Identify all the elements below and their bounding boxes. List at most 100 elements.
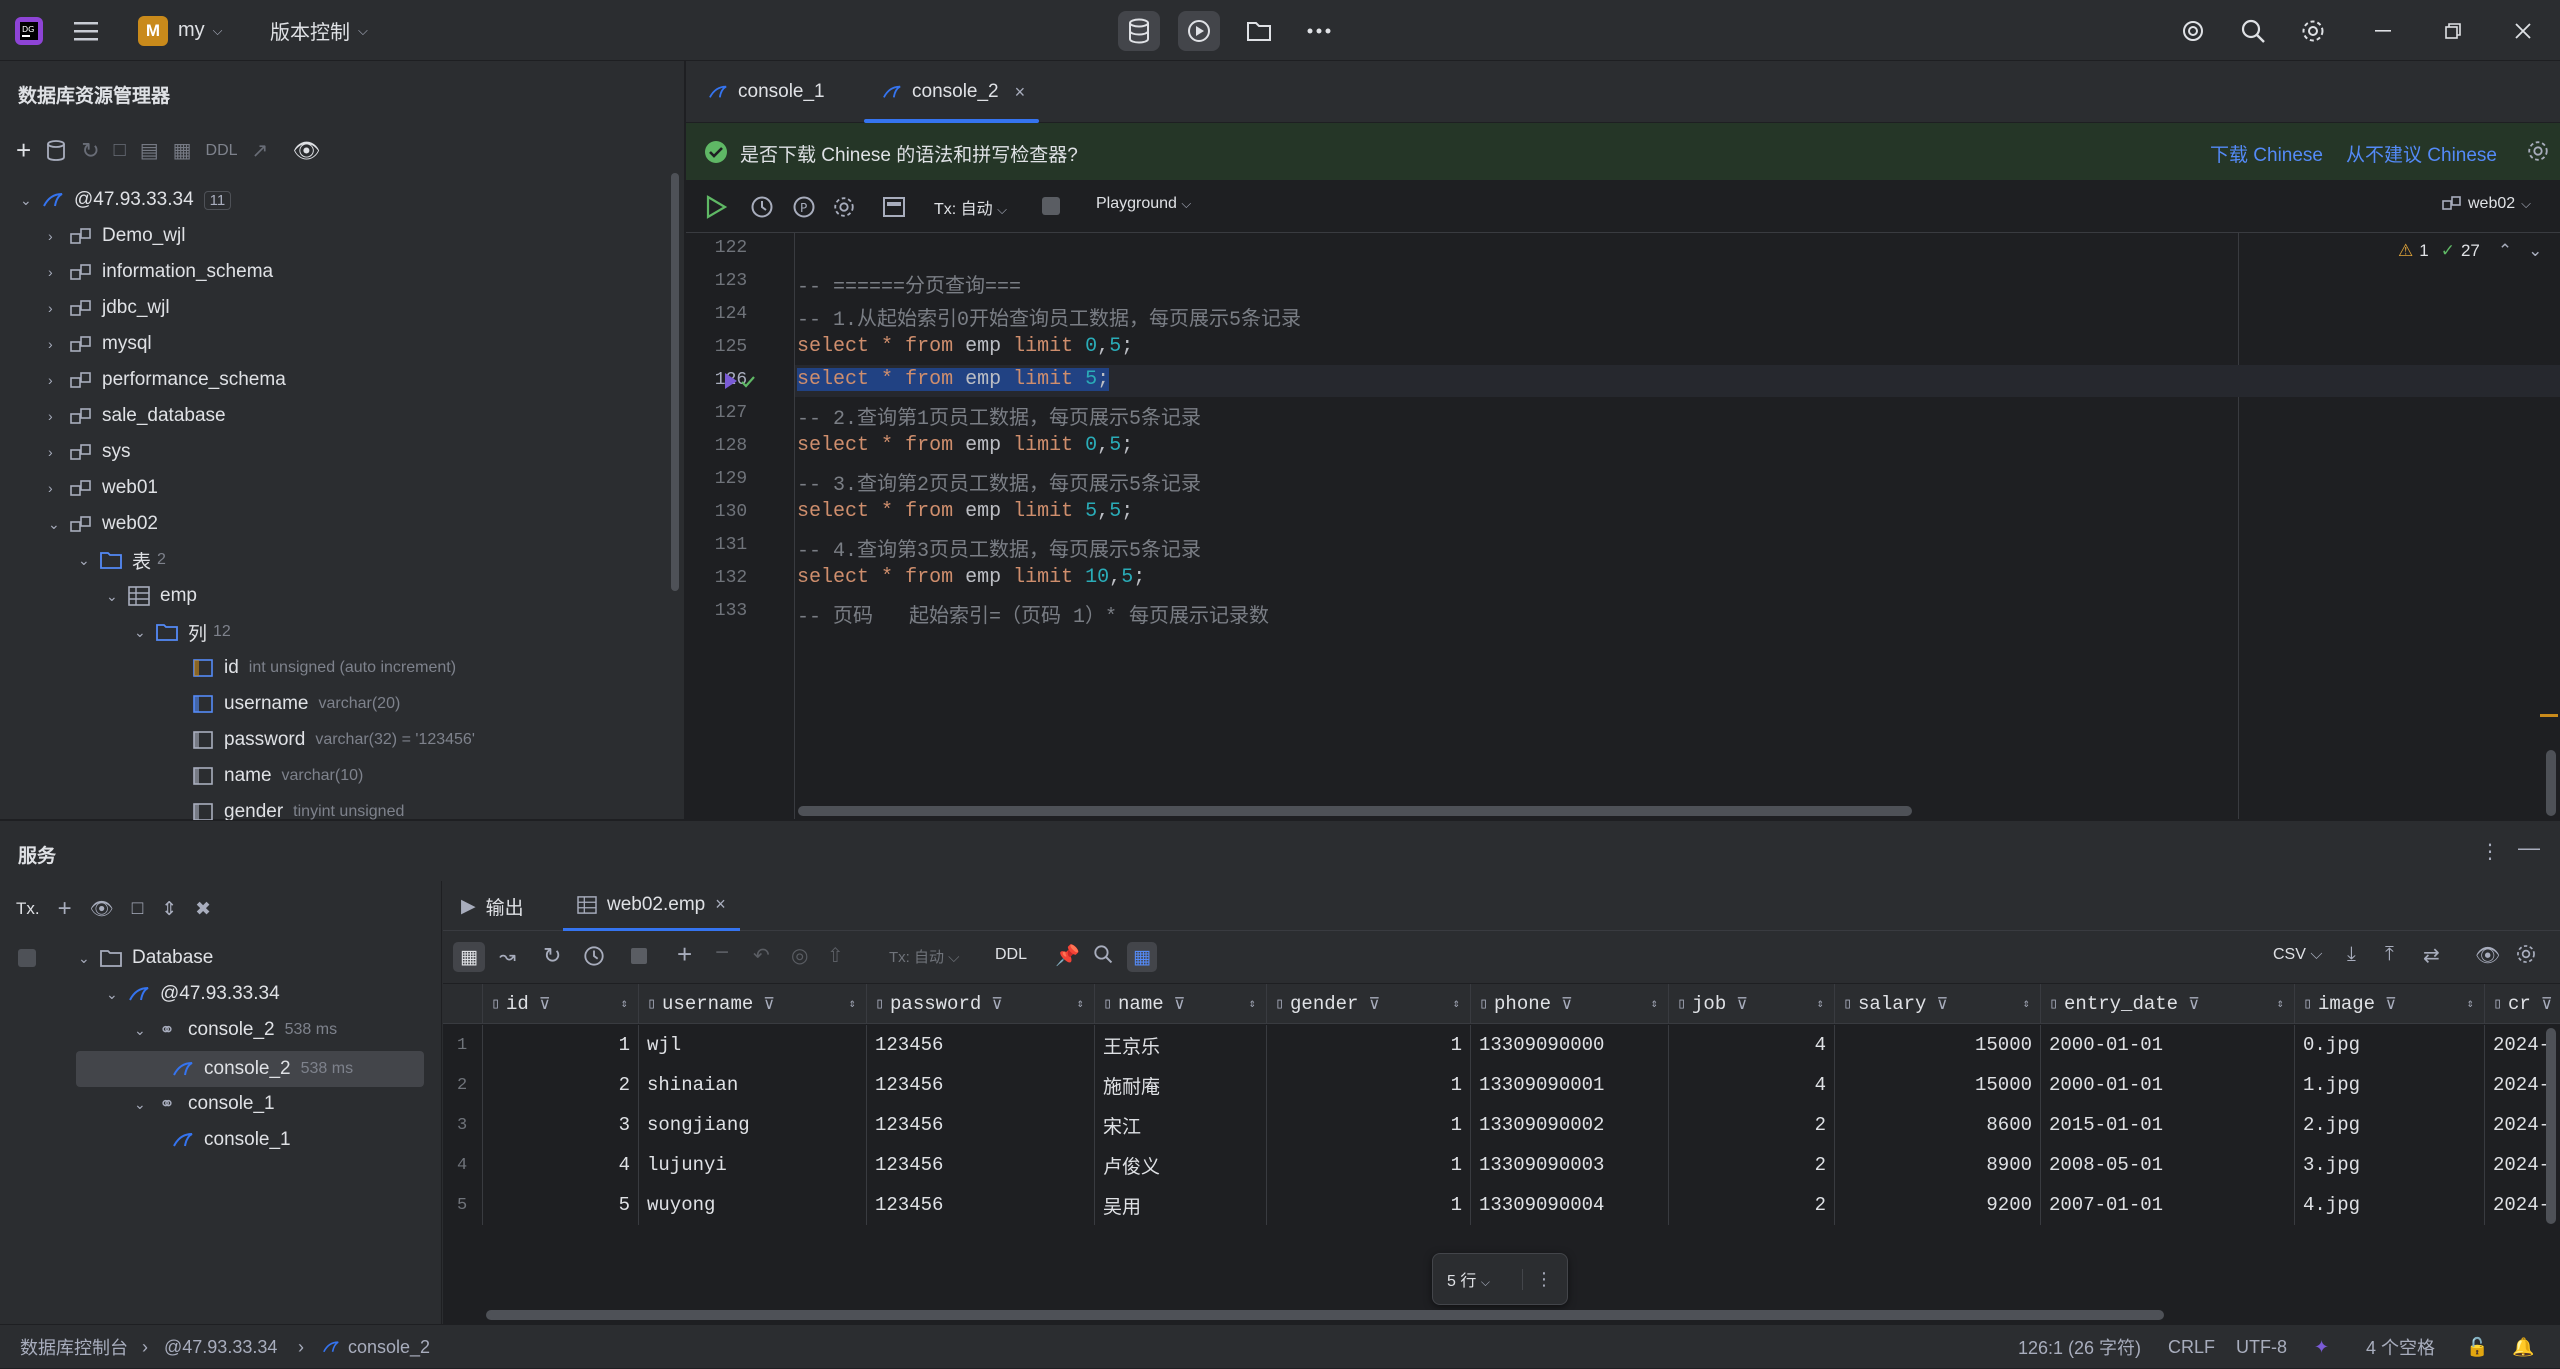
sort-icon[interactable]: ⇕ <box>1249 996 1256 1011</box>
tab-console-2[interactable]: console_2 × <box>864 61 1040 123</box>
playground-dropdown[interactable]: Playground ⌵ <box>1096 195 1191 213</box>
table-cell[interactable]: 15000 <box>1835 1025 2041 1065</box>
table-cell[interactable]: 9200 <box>1835 1185 2041 1225</box>
execute-run-icon[interactable] <box>704 194 728 220</box>
row-number[interactable]: 2 <box>443 1065 483 1105</box>
column-header[interactable]: ▯ job ⊽ ⇕ <box>1669 984 1835 1024</box>
datasource-properties-icon[interactable] <box>45 139 67 163</box>
table-cell[interactable]: 2008-05-01 <box>2041 1145 2295 1185</box>
breadcrumb-console-root[interactable]: 数据库控制台 <box>20 1325 128 1369</box>
collapse-all-icon[interactable]: ✖ <box>195 898 211 921</box>
table-cell[interactable]: 施耐庵 <box>1095 1065 1267 1105</box>
indent-setting[interactable]: 4 个空格 <box>2366 1325 2435 1369</box>
history-icon[interactable] <box>583 945 605 967</box>
table-cell[interactable]: 123456 <box>867 1105 1095 1145</box>
svc-tree-console1-item[interactable]: console_1 <box>170 1122 291 1158</box>
chevron-down-icon[interactable]: ⌄ <box>2528 241 2542 261</box>
grid-vertical-scrollbar[interactable] <box>2546 1028 2556 1224</box>
tx-label[interactable]: Tx. <box>16 899 40 919</box>
stop-icon[interactable] <box>631 948 647 964</box>
filter-icon[interactable]: ⊽ <box>763 994 775 1014</box>
tree-schema[interactable]: ⌄ web02 <box>48 506 158 542</box>
filter-icon[interactable]: ⊽ <box>539 994 551 1014</box>
ai-assistant-icon[interactable] <box>2172 11 2214 51</box>
close-tab-icon[interactable]: × <box>1015 82 1026 103</box>
schema-sync-icon[interactable]: □ <box>114 139 126 162</box>
caret-position[interactable]: 126:1 (26 字符) <box>2018 1325 2141 1369</box>
table-cell[interactable]: 1 <box>483 1025 639 1065</box>
lock-icon[interactable]: 🔓 <box>2466 1325 2488 1369</box>
settings-gear-icon[interactable] <box>2292 11 2334 51</box>
breadcrumb-host[interactable]: @47.93.33.34 <box>164 1325 277 1369</box>
tab-result-table[interactable]: web02.emp × <box>563 881 740 931</box>
search-icon[interactable] <box>1093 944 1113 964</box>
code-line[interactable]: -- 1.从起始索引0开始查询员工数据，每页展示5条记录 <box>797 302 1301 332</box>
code-line[interactable]: select * from emp limit 5;select * from … <box>797 368 1110 391</box>
add-icon[interactable]: + <box>58 895 72 923</box>
add-row-icon[interactable]: + <box>677 939 692 970</box>
tree-schema[interactable]: › sale_database <box>48 398 226 434</box>
download-chinese-link[interactable]: 下载 Chinese <box>2210 140 2323 167</box>
new-session-icon[interactable]: □ <box>132 898 143 920</box>
table-cell[interactable]: 4 <box>1669 1065 1835 1105</box>
view-options-eye-icon[interactable]: 👁 <box>292 138 320 164</box>
chevron-up-icon[interactable]: ⌃ <box>2498 241 2512 261</box>
notifications-bell-icon[interactable]: 🔔 <box>2512 1325 2534 1369</box>
filter-view-icon[interactable]: ▦ <box>1127 942 1157 972</box>
settings-gear-icon[interactable] <box>832 195 856 219</box>
editor-horizontal-scrollbar[interactable] <box>798 806 1912 816</box>
table-cell[interactable]: 8600 <box>1835 1105 2041 1145</box>
sort-icon[interactable]: ⇕ <box>621 996 628 1011</box>
table-cell[interactable]: 2015-01-01 <box>2041 1105 2295 1145</box>
table-cell[interactable]: 吴用 <box>1095 1185 1267 1225</box>
tree-schema[interactable]: › sys <box>48 434 131 470</box>
tree-schema[interactable]: › mysql <box>48 326 152 362</box>
tree-host[interactable]: ⌄ @47.93.33.34 11 <box>20 182 232 218</box>
tree-table-emp[interactable]: ⌄ emp <box>106 578 197 614</box>
sort-icon[interactable]: ⇕ <box>1651 996 1658 1011</box>
row-number[interactable]: 5 <box>443 1185 483 1225</box>
filter-icon[interactable]: ⊽ <box>1368 994 1380 1014</box>
tab-output[interactable]: ▶ 输出 <box>461 893 524 920</box>
editor-vertical-scrollbar[interactable] <box>2546 750 2556 816</box>
more-vertical-icon[interactable]: ⋮ <box>2480 839 2500 864</box>
console-icon[interactable]: ▤ <box>140 138 159 163</box>
schema-selector[interactable]: web02 ⌵ <box>2442 195 2531 213</box>
table-cell[interactable]: 15000 <box>1835 1065 2041 1105</box>
filter-icon[interactable]: ⊽ <box>2385 994 2397 1014</box>
table-cell[interactable]: 123456 <box>867 1025 1095 1065</box>
view-eye-icon[interactable]: 👁 <box>90 897 114 921</box>
row-number[interactable]: 3 <box>443 1105 483 1145</box>
svc-tree-console2-item[interactable]: console_2 538 ms <box>170 1051 353 1087</box>
hide-panel-icon[interactable]: — <box>2518 835 2540 861</box>
sort-icon[interactable]: ⇕ <box>1817 996 1824 1011</box>
tree-schema[interactable]: › web01 <box>48 470 158 506</box>
table-cell[interactable]: 4 <box>1669 1025 1835 1065</box>
minimize-icon[interactable] <box>2362 11 2404 51</box>
tab-console-1[interactable]: console_1 <box>708 61 825 123</box>
table-view-icon[interactable]: ▦ <box>453 942 485 972</box>
table-icon[interactable]: ▦ <box>173 138 192 163</box>
expand-all-icon[interactable]: ⇕ <box>161 898 177 921</box>
table-cell[interactable]: 13309090002 <box>1471 1105 1669 1145</box>
jump-icon[interactable]: ↗ <box>252 138 269 163</box>
table-cell[interactable]: shinaian <box>639 1065 867 1105</box>
project-selector[interactable]: M my ⌵ <box>138 0 223 61</box>
never-suggest-link[interactable]: 从不建议 Chinese <box>2346 140 2497 167</box>
folder-icon[interactable] <box>1238 11 1280 51</box>
delete-row-icon[interactable]: − <box>715 939 729 967</box>
column-header[interactable]: ▯ username ⊽ ⇕ <box>639 984 867 1024</box>
output-layout-icon[interactable] <box>882 195 906 219</box>
filter-icon[interactable]: ⊽ <box>1561 994 1573 1014</box>
main-menu-icon[interactable] <box>72 0 100 61</box>
table-cell[interactable]: 1 <box>1267 1105 1471 1145</box>
filter-icon[interactable]: ⊽ <box>2188 994 2200 1014</box>
database-icon[interactable] <box>1118 11 1160 51</box>
view-eye-icon[interactable]: 👁 <box>2475 943 2500 968</box>
table-cell[interactable]: 1 <box>1267 1185 1471 1225</box>
filter-icon[interactable]: ⊽ <box>2541 994 2553 1014</box>
tree-column[interactable]: id int unsigned (auto increment) <box>190 650 456 686</box>
table-cell[interactable]: 1 <box>1267 1065 1471 1105</box>
column-header[interactable]: ▯ image ⊽ ⇕ <box>2295 984 2485 1024</box>
inspection-widget[interactable]: ⚠ 1 ✓ 27 ⌃ ⌄ <box>2398 241 2542 261</box>
